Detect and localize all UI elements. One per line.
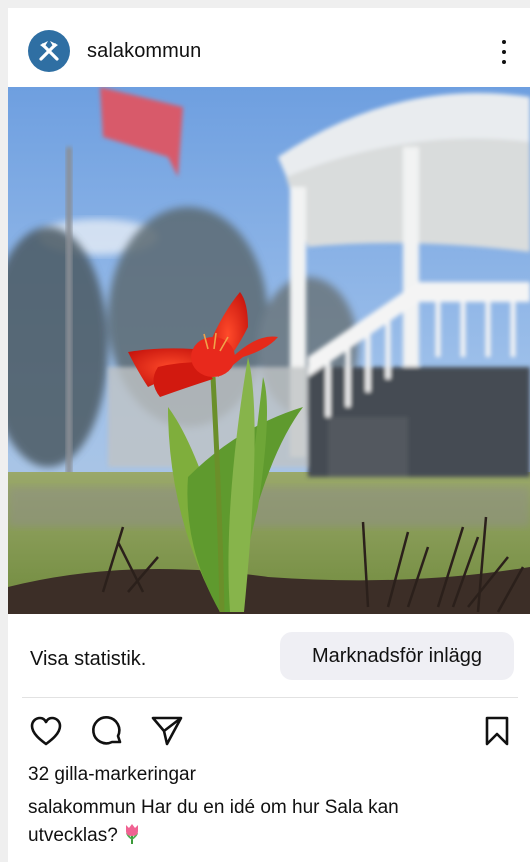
post-username[interactable]: salakommun bbox=[87, 40, 201, 63]
post-photo[interactable] bbox=[8, 87, 530, 614]
avatar[interactable] bbox=[28, 30, 70, 72]
comment-icon[interactable] bbox=[90, 714, 124, 748]
post-card: salakommun Visa statistik. Marknadsför i… bbox=[8, 8, 530, 862]
likes-count[interactable]: 32 gilla-markeringar bbox=[28, 764, 196, 786]
view-insights-link[interactable]: Visa statistik. bbox=[30, 648, 146, 671]
send-icon[interactable] bbox=[150, 714, 184, 748]
heart-icon[interactable] bbox=[29, 714, 63, 748]
more-vertical-icon[interactable] bbox=[492, 38, 516, 66]
promote-post-button[interactable]: Marknadsför inlägg bbox=[280, 632, 514, 680]
post-caption: salakommun Har du en idé om hur Sala kan… bbox=[28, 794, 488, 850]
bookmark-icon[interactable] bbox=[480, 714, 514, 748]
divider bbox=[22, 697, 518, 698]
tulip-emoji-icon bbox=[126, 824, 139, 844]
post-header: salakommun bbox=[8, 8, 530, 87]
sala-kommun-logo-icon bbox=[39, 41, 59, 61]
caption-username[interactable]: salakommun bbox=[28, 797, 136, 818]
